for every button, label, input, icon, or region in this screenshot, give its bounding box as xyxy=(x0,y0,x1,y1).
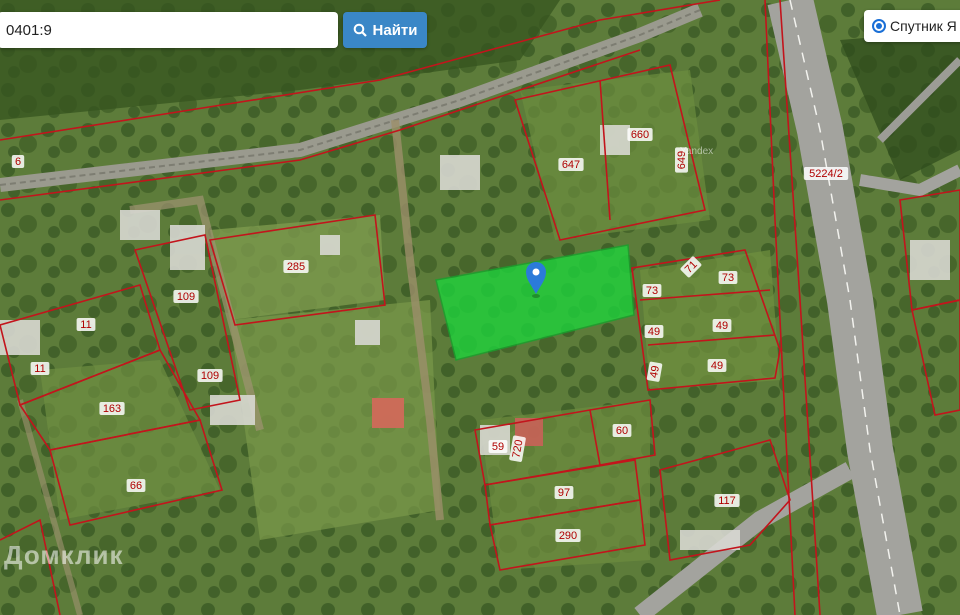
svg-text:660: 660 xyxy=(631,129,649,141)
svg-text:290: 290 xyxy=(559,530,577,542)
svg-text:117: 117 xyxy=(718,495,736,507)
plot-number-label: 11 xyxy=(76,318,96,331)
svg-text:60: 60 xyxy=(616,425,628,437)
plot-number-label: 49 xyxy=(644,325,664,338)
svg-text:49: 49 xyxy=(711,360,723,372)
plot-number-label: 73 xyxy=(642,284,662,297)
svg-text:647: 647 xyxy=(562,159,580,171)
plot-number-label: 97 xyxy=(554,486,574,499)
svg-text:59: 59 xyxy=(492,441,504,453)
svg-text:109: 109 xyxy=(177,291,195,303)
plot-number-label: 49 xyxy=(712,319,732,332)
plot-number-label: 5224/2 xyxy=(803,167,849,180)
plot-number-label: 109 xyxy=(197,369,223,382)
svg-text:109: 109 xyxy=(201,370,219,382)
plot-number-label: 73 xyxy=(718,271,738,284)
search-button[interactable]: Найти xyxy=(343,12,427,48)
svg-text:11: 11 xyxy=(34,363,45,375)
svg-text:6: 6 xyxy=(15,156,21,168)
plot-number-label: 290 xyxy=(555,529,581,542)
plot-number-label: 647 xyxy=(558,158,584,171)
plot-number-label: 59 xyxy=(488,440,508,453)
plot-number-label: 66 xyxy=(126,479,146,492)
plot-number-label: 117 xyxy=(714,494,740,507)
plot-number-label: 285 xyxy=(283,260,309,273)
plot-number-label: 11 xyxy=(30,362,50,375)
search-box xyxy=(0,12,338,48)
plot-number-label: 660 xyxy=(627,128,653,141)
plot-number-label: 6 xyxy=(11,155,25,168)
satellite-map[interactable]: 6 6476606495224/2285109109111116366737173… xyxy=(0,0,960,615)
svg-text:49: 49 xyxy=(648,365,662,379)
plot-number-label: 49 xyxy=(707,359,727,372)
search-button-label: Найти xyxy=(372,21,418,39)
radio-selected-icon[interactable] xyxy=(872,19,886,33)
svg-text:5224/2: 5224/2 xyxy=(809,168,843,180)
svg-text:66: 66 xyxy=(130,480,142,492)
layer-label: Спутник Я xyxy=(890,18,957,34)
plot-number-label: 60 xyxy=(612,424,632,437)
svg-text:73: 73 xyxy=(646,285,658,297)
watermark: Домклик xyxy=(4,540,124,570)
svg-text:49: 49 xyxy=(716,320,728,332)
svg-text:285: 285 xyxy=(287,261,305,273)
svg-text:49: 49 xyxy=(648,326,660,338)
plot-number-label: 109 xyxy=(173,290,199,303)
search-input[interactable] xyxy=(0,21,338,39)
svg-text:97: 97 xyxy=(558,487,570,499)
svg-text:11: 11 xyxy=(80,319,91,331)
layer-switcher[interactable]: Спутник Я xyxy=(864,10,960,42)
svg-text:73: 73 xyxy=(722,272,734,284)
plot-number-label: 163 xyxy=(99,402,125,415)
provider-mark: Yandex xyxy=(680,146,714,157)
search-icon xyxy=(353,23,367,37)
svg-text:163: 163 xyxy=(103,403,121,415)
